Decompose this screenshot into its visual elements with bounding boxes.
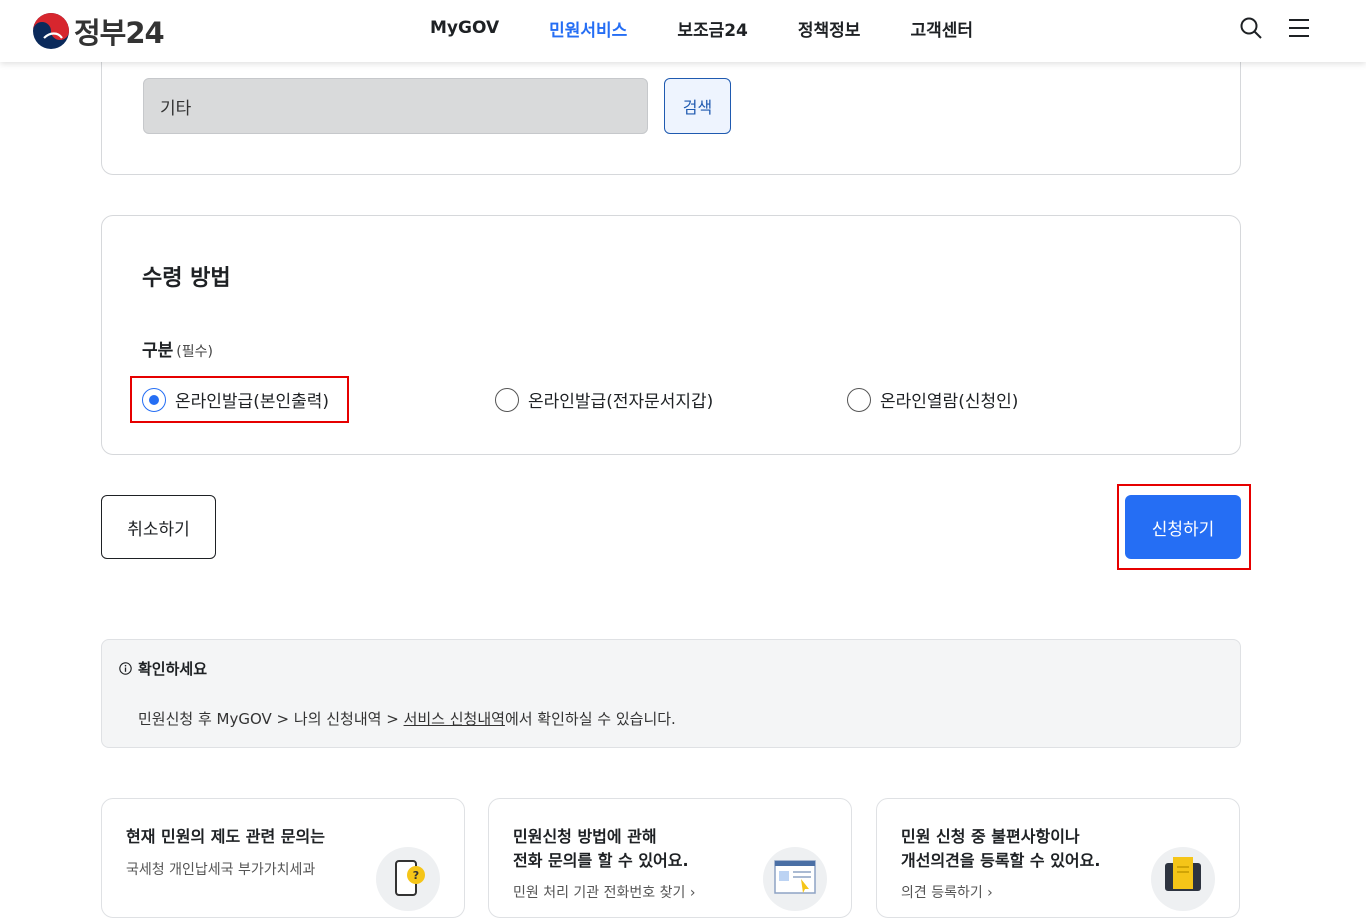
nav-civil-service[interactable]: 민원서비스 bbox=[549, 16, 627, 41]
info-card-link[interactable]: 의견 등록하기 › bbox=[901, 882, 993, 902]
section-title: 수령 방법 bbox=[142, 266, 231, 291]
info-card-sub: 국세청 개인납세국 부가가치세과 bbox=[126, 862, 316, 878]
field-label-text: 구분 bbox=[142, 341, 174, 361]
notice-title-text: 확인하세요 bbox=[138, 660, 208, 678]
radio-label: 온라인발급(본인출력) bbox=[175, 392, 330, 412]
info-card-title: 민원 신청 중 불편사항이나 개선의견을 등록할 수 있어요. bbox=[901, 827, 1101, 870]
logo[interactable]: 정부24 bbox=[32, 10, 165, 52]
site-header: 정부24 MyGOV 민원서비스 보조금24 정책정보 고객센터 bbox=[0, 0, 1366, 62]
nav-policy[interactable]: 정책정보 bbox=[798, 16, 861, 41]
notice-text-prefix: 민원신청 후 MyGOV > 나의 신청내역 > bbox=[138, 710, 404, 728]
logo-text: 정부24 bbox=[74, 16, 165, 50]
radio-unchecked-icon[interactable] bbox=[847, 387, 871, 412]
receipt-method-section: 수령 방법 구분 (필수) 온라인발급(본인출력) 온라인발급(전자문서지갑) 온… bbox=[101, 215, 1241, 455]
info-card-link[interactable]: 민원 처리 기관 전화번호 찾기 › bbox=[513, 882, 695, 902]
nav-support[interactable]: 고객센터 bbox=[910, 16, 973, 41]
submit-button[interactable]: 신청하기 bbox=[1125, 495, 1241, 559]
notice-title: 확인하세요 bbox=[119, 658, 207, 679]
info-card-link-text: 의견 등록하기 bbox=[901, 885, 983, 901]
radio-label: 온라인발급(전자문서지갑) bbox=[528, 392, 714, 412]
menu-icon[interactable] bbox=[1287, 16, 1311, 40]
info-card-link-text: 민원 처리 기관 전화번호 찾기 bbox=[513, 885, 686, 901]
radio-online-self-print[interactable]: 온라인발급(본인출력) bbox=[142, 387, 329, 412]
radio-label: 온라인열람(신청인) bbox=[880, 392, 1019, 412]
radio-online-e-wallet[interactable]: 온라인발급(전자문서지갑) bbox=[495, 387, 713, 412]
nav-subsidy[interactable]: 보조금24 bbox=[677, 16, 748, 41]
taegeuk-logo-icon bbox=[33, 13, 69, 49]
info-card-feedback: 민원 신청 중 불편사항이나 개선의견을 등록할 수 있어요. 의견 등록하기 … bbox=[876, 798, 1240, 918]
phone-question-icon: ? bbox=[376, 847, 440, 911]
search-icon[interactable] bbox=[1239, 16, 1263, 40]
cancel-button[interactable]: 취소하기 bbox=[101, 495, 216, 559]
info-card-phone: 민원신청 방법에 관해 전화 문의를 할 수 있어요. 민원 처리 기관 전화번… bbox=[488, 798, 852, 918]
notepad-icon bbox=[1151, 847, 1215, 911]
radio-unchecked-icon[interactable] bbox=[495, 387, 519, 412]
notice-text-suffix: 에서 확인하실 수 있습니다. bbox=[504, 710, 676, 728]
document-pointer-icon bbox=[763, 847, 827, 911]
notice-box: 확인하세요 민원신청 후 MyGOV > 나의 신청내역 > 서비스 신청내역에… bbox=[101, 639, 1241, 748]
radio-checked-icon[interactable] bbox=[142, 387, 166, 412]
radio-online-view[interactable]: 온라인열람(신청인) bbox=[847, 387, 1018, 412]
nav-mygov[interactable]: MyGOV bbox=[430, 18, 499, 38]
service-history-link[interactable]: 서비스 신청내역 bbox=[404, 710, 505, 728]
search-input[interactable]: 기타 bbox=[143, 78, 648, 134]
search-button[interactable]: 검색 bbox=[664, 78, 731, 134]
svg-text:?: ? bbox=[413, 869, 419, 882]
required-text: (필수) bbox=[176, 344, 213, 360]
info-icon bbox=[119, 662, 132, 675]
field-label: 구분 (필수) bbox=[142, 336, 213, 361]
info-card-contact: 현재 민원의 제도 관련 문의는 국세청 개인납세국 부가가치세과 ? bbox=[101, 798, 465, 918]
info-card-title: 민원신청 방법에 관해 전화 문의를 할 수 있어요. bbox=[513, 827, 689, 870]
main-nav: MyGOV 민원서비스 보조금24 정책정보 고객센터 bbox=[430, 0, 1023, 56]
info-card-title: 현재 민원의 제도 관련 문의는 bbox=[126, 827, 325, 846]
notice-text: 민원신청 후 MyGOV > 나의 신청내역 > 서비스 신청내역에서 확인하실… bbox=[138, 708, 676, 729]
